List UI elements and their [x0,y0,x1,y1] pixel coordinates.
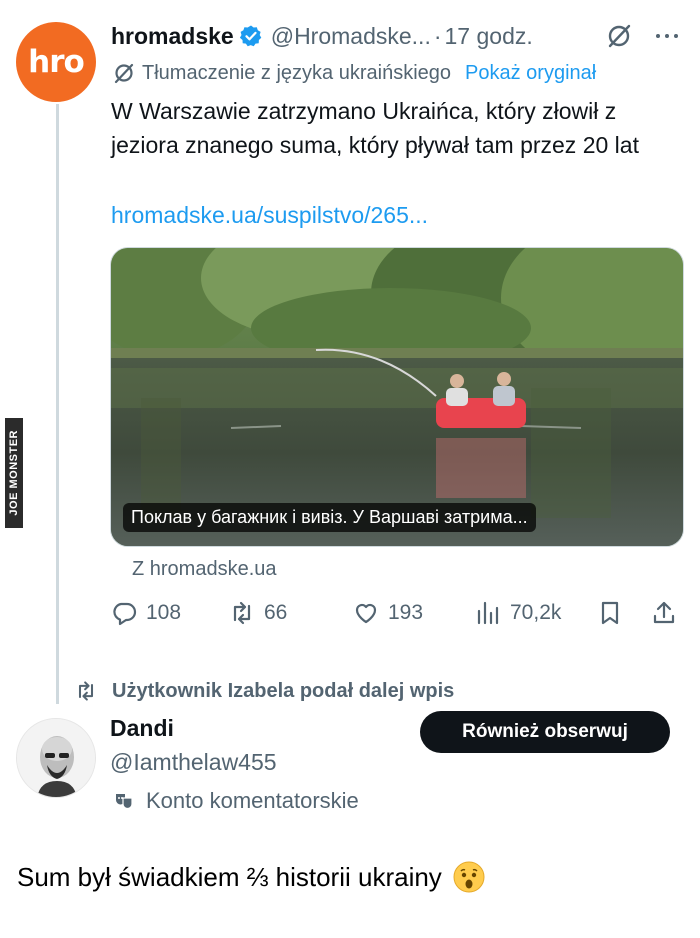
author-handle[interactable]: @Hromadske... [271,23,431,50]
translation-bar: Tłumaczenie z języka ukraińskiego Pokaż … [112,60,596,86]
avatar[interactable] [16,718,96,798]
separator-dot: · [433,22,442,49]
watermark: JOE MONSTER [5,418,23,528]
media-caption: Поклав у багажник і вивіз. У Варшаві зат… [123,503,536,532]
reply-icon [113,602,137,626]
views-button[interactable]: 70,2k [474,596,561,630]
tweet-header: hromadske @Hromadske... · 17 godz. [111,20,691,52]
bookmark-icon [601,601,619,625]
account-type-label: Konto komentatorskie [146,788,359,813]
more-options-icon[interactable] [653,24,681,48]
avatar[interactable]: hro [16,22,96,102]
action-bar: 108 66 193 70,2k [110,596,690,630]
commenter-handle[interactable]: @Iamthelaw455 [110,749,277,776]
comment: Sum był świadkiem ⅔ historii ukrainy [17,860,486,894]
retweet-icon [233,601,251,625]
comment-text: Sum był świadkiem ⅔ historii ukrainy [17,861,442,892]
avatar-text: hro [28,44,85,80]
like-count: 193 [388,601,424,624]
retweet-small-icon [78,681,94,701]
astonished-face-icon [452,860,486,894]
views-icon [477,601,499,625]
heart-icon [355,603,377,624]
media-card[interactable]: Поклав у багажник і вивіз. У Варшаві зат… [110,247,684,547]
translation-note: Tłumaczenie z języka ukraińskiego [142,61,452,84]
like-button[interactable]: 193 [352,596,423,630]
masks-icon [116,794,133,810]
reply-count: 108 [146,601,182,624]
share-button[interactable] [650,596,678,630]
reply-button[interactable]: 108 [110,596,181,630]
bookmark-button[interactable] [596,596,624,630]
tweet-text: W Warszawie zatrzymano Ukraińca, który z… [111,98,639,158]
views-count: 70,2k [510,601,562,624]
retweet-count: 66 [264,601,288,624]
share-icon [653,601,675,624]
follow-back-button[interactable]: Również obserwuj [420,711,670,753]
account-type: Konto komentatorskie [112,786,359,816]
thread-line [56,104,59,704]
link-source[interactable]: Z hromadske.ua [132,558,277,581]
watermark-text: JOE MONSTER [8,430,20,516]
reposted-label: Użytkownik Izabela podał dalej wpis [112,679,455,702]
avatar-illustration [17,719,95,797]
tweet-link[interactable]: hromadske.ua/suspilstvo/265... [111,198,428,232]
show-original-link[interactable]: Pokaż oryginał [465,62,596,85]
verified-badge-icon [239,24,263,48]
grok-icon[interactable] [605,22,633,50]
author-name[interactable]: hromadske [111,23,234,50]
reposted-by[interactable]: Użytkownik Izabela podał dalej wpis [74,676,454,706]
translate-icon [112,61,136,85]
retweet-button[interactable]: 66 [228,596,287,630]
commenter-name[interactable]: Dandi [110,715,174,742]
timestamp[interactable]: 17 godz. [445,23,533,50]
